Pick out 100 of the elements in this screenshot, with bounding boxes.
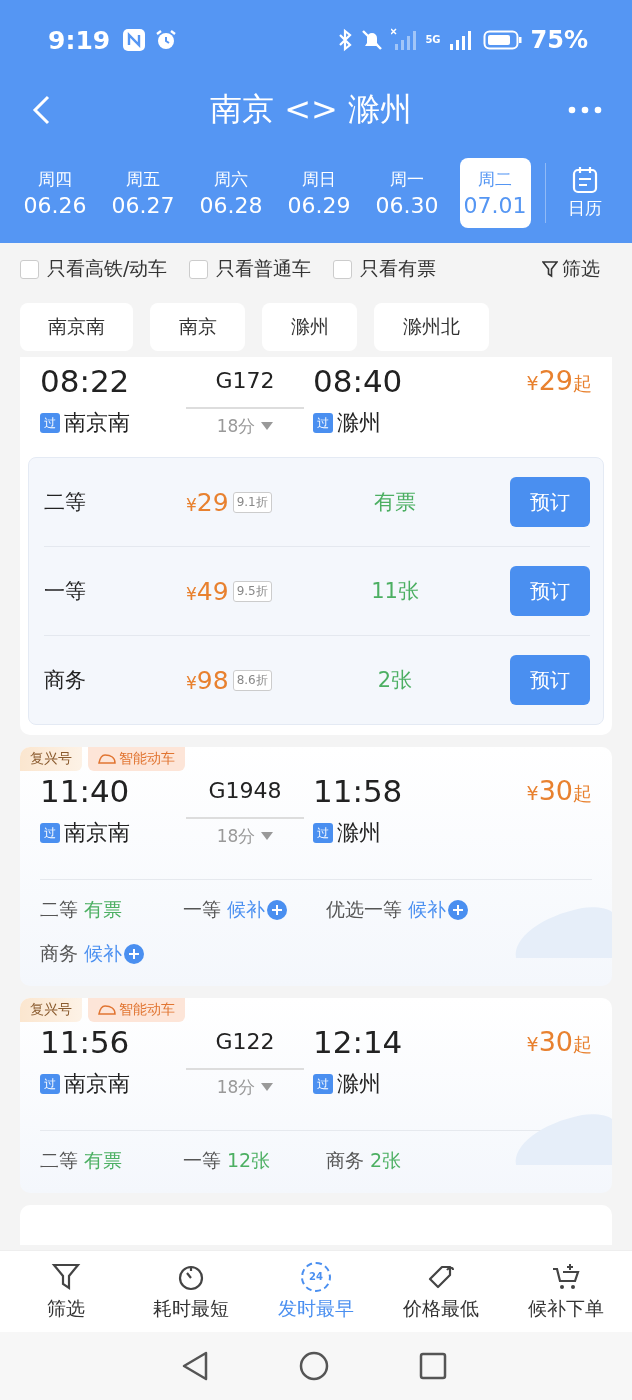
train-number: G172 (214, 367, 276, 395)
duration-toggle[interactable]: 18分 (216, 1075, 274, 1099)
pass-badge: 过 (313, 413, 333, 433)
date-tab[interactable]: 周一 06.30 (371, 158, 443, 228)
checkbox[interactable] (189, 259, 209, 279)
book-button[interactable]: 预订 (510, 655, 590, 705)
seat-class: 一等 (183, 1148, 221, 1173)
book-button[interactable]: 预订 (510, 566, 590, 616)
nfc-icon (122, 28, 147, 52)
train-number: G122 (214, 1028, 276, 1056)
arrival-station: 滁州 (337, 409, 381, 437)
pass-badge: 过 (313, 1074, 333, 1094)
lowest-price: ¥30起 (526, 1026, 592, 1058)
station-chip[interactable]: 滁州北 (374, 303, 489, 351)
book-button[interactable]: 预订 (510, 477, 590, 527)
plus-icon (267, 900, 287, 920)
checkbox[interactable] (20, 259, 39, 279)
seat-status[interactable]: 候补 (84, 941, 144, 967)
plus-icon (448, 900, 468, 920)
seat-class: 二等 (40, 1148, 78, 1173)
date-tab[interactable]: 周六 06.28 (195, 158, 267, 228)
ticket-availability: 有票 (373, 489, 417, 516)
lowest-price: ¥30起 (526, 775, 592, 807)
seat-class: 优选一等 (326, 897, 402, 922)
lowest-price: ¥29起 (526, 365, 592, 397)
pass-badge: 过 (40, 413, 60, 433)
seat-status[interactable]: 候补 (408, 897, 468, 923)
departure-station: 南京南 (64, 409, 130, 437)
network-label: 5G (425, 35, 441, 45)
seat-price: ¥29 (186, 487, 229, 517)
seat-status: 有票 (84, 1148, 122, 1173)
seat-class: 二等 (44, 489, 87, 516)
train-tag: 智能动车 (88, 747, 185, 771)
seat-price: ¥98 (186, 665, 229, 695)
ticket-availability: 11张 (370, 578, 420, 605)
battery-icon (482, 28, 523, 52)
seat-status: 有票 (84, 897, 122, 922)
back-icon[interactable] (181, 1350, 209, 1382)
dropdown-icon (261, 422, 274, 430)
page-title: 南京 <> 滁州 (209, 89, 413, 130)
departure-time: 11:40 (40, 772, 131, 811)
arrival-time: 08:40 (313, 362, 404, 401)
departure-station: 南京南 (64, 1070, 130, 1098)
sort-tab[interactable]: 24 发时最早 (253, 1251, 379, 1332)
discount-badge: 9.1折 (232, 491, 272, 513)
more-icon[interactable] (568, 106, 602, 114)
train-tag: 智能动车 (88, 998, 185, 1022)
seat-price: ¥49 (186, 576, 229, 606)
sort-tab[interactable]: 耗时最短 (128, 1251, 254, 1332)
seat-status[interactable]: 候补 (227, 897, 287, 923)
duration-toggle[interactable]: 18分 (216, 414, 274, 438)
bell-muted-icon (361, 28, 384, 52)
checkbox-label: 只看有票 (360, 256, 437, 281)
date-tab[interactable]: 周五 06.27 (107, 158, 179, 228)
pass-badge: 过 (40, 1074, 60, 1094)
station-chip[interactable]: 滁州 (262, 303, 357, 351)
departure-time: 11:56 (40, 1023, 131, 1062)
station-chip[interactable]: 南京 (150, 303, 245, 351)
discount-badge: 8.6折 (232, 669, 272, 691)
departure-time: 08:22 (40, 362, 131, 401)
seat-class: 商务 (44, 667, 87, 694)
arrival-station: 滁州 (337, 1070, 381, 1098)
dropdown-icon (261, 832, 274, 840)
plus-icon (124, 944, 144, 964)
funnel-icon (542, 260, 558, 278)
checkbox-label: 只看高铁/动车 (47, 256, 168, 281)
seat-class: 商务 (326, 1148, 364, 1173)
seat-status: 2张 (370, 1148, 402, 1173)
seat-class: 商务 (40, 941, 78, 966)
arrival-time: 12:14 (313, 1023, 404, 1062)
dropdown-icon (261, 1083, 274, 1091)
checkbox[interactable] (333, 259, 353, 279)
train-tag: 复兴号 (20, 747, 82, 771)
arrival-station: 滁州 (337, 819, 381, 847)
seat-class: 二等 (40, 897, 78, 922)
sort-tab[interactable]: 候补下单 (503, 1251, 628, 1332)
duration-toggle[interactable]: 18分 (216, 824, 274, 848)
ticket-availability: 2张 (376, 667, 414, 694)
seat-status: 12张 (227, 1148, 271, 1173)
checkbox-label: 只看普通车 (216, 256, 312, 281)
filter-button[interactable]: 筛选 (542, 256, 600, 282)
date-tab[interactable]: 周四 06.26 (19, 158, 91, 228)
sort-tab[interactable]: 价格最低 (378, 1251, 504, 1332)
calendar-icon (572, 166, 598, 194)
signal-icon (391, 28, 418, 52)
seat-class: 一等 (183, 897, 221, 922)
departure-station: 南京南 (64, 819, 130, 847)
home-icon[interactable] (299, 1351, 329, 1381)
pass-badge: 过 (313, 823, 333, 843)
battery-percent: 75% (530, 26, 588, 54)
date-tab[interactable]: 周日 06.29 (283, 158, 355, 228)
seat-class: 一等 (44, 578, 87, 605)
sort-tab[interactable]: 筛选 (4, 1251, 129, 1332)
clock-badge: 24 (301, 1261, 331, 1292)
date-tab[interactable]: 周二 07.01 (459, 158, 531, 228)
station-chip[interactable]: 南京南 (20, 303, 133, 351)
discount-badge: 9.5折 (232, 580, 272, 602)
recents-icon[interactable] (419, 1352, 447, 1380)
arrival-time: 11:58 (313, 772, 404, 811)
calendar-button[interactable]: 日历 (568, 166, 602, 220)
